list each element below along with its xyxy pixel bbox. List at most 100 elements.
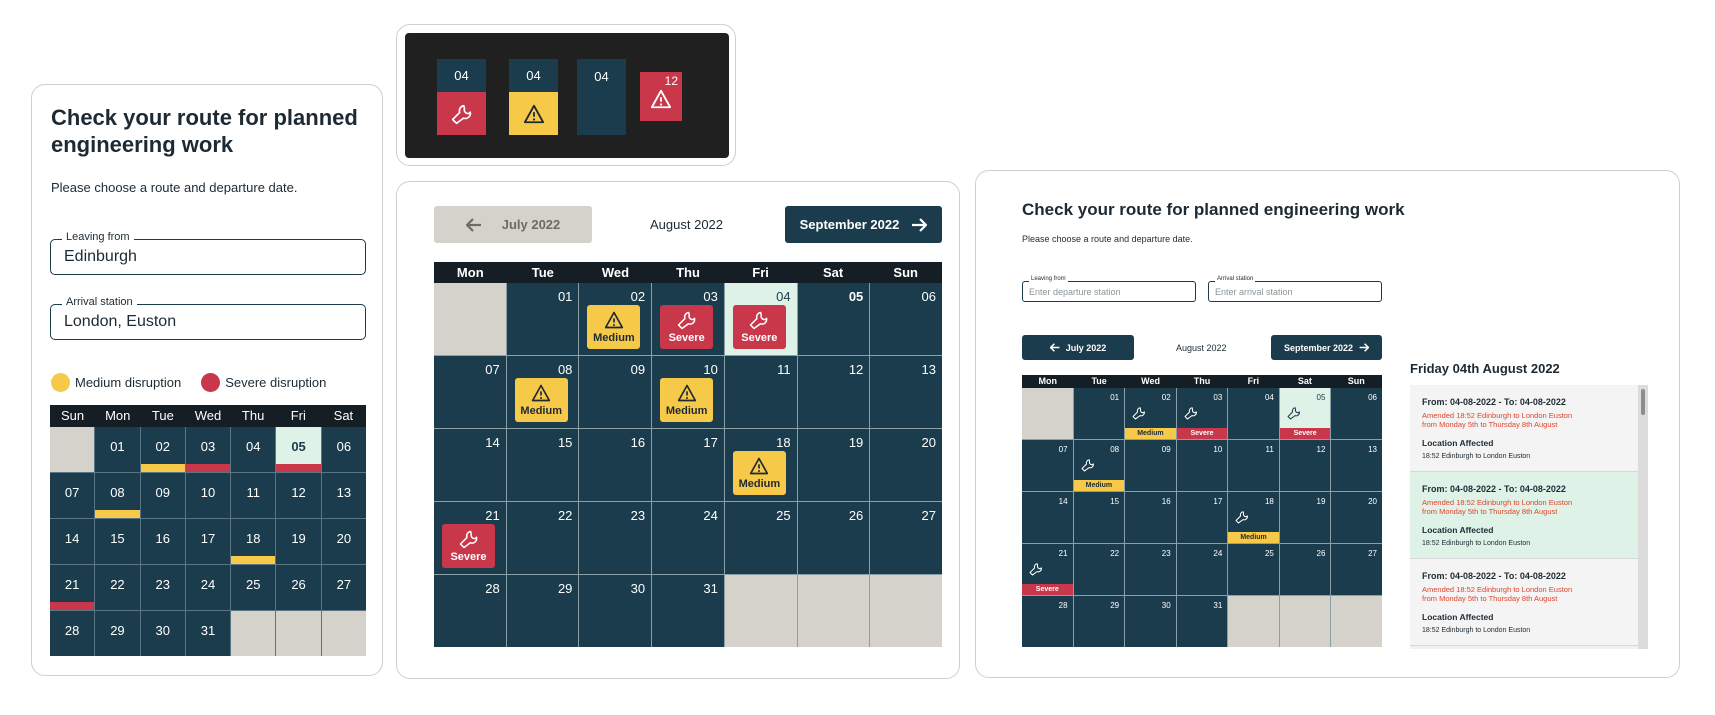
day-cell[interactable]: 24 — [185, 565, 231, 610]
day-cell[interactable]: 29 — [506, 575, 579, 647]
day-cell[interactable]: 03 Severe — [1176, 388, 1228, 439]
disruption-detail-card[interactable]: From: 04-08-2022 - To: 04-08-2022 Amended… — [1410, 559, 1638, 646]
medium-disruption-badge[interactable]: Medium — [732, 451, 786, 495]
day-cell[interactable]: 24 — [652, 502, 724, 574]
day-cell[interactable]: 09 — [1125, 440, 1176, 491]
day-cell[interactable]: 23 — [579, 502, 652, 574]
day-cell[interactable]: 12 — [276, 473, 321, 518]
day-cell[interactable]: 08 — [95, 473, 140, 518]
day-cell[interactable]: 25 — [231, 565, 276, 610]
day-cell[interactable]: 18 — [231, 519, 276, 564]
day-cell[interactable]: 08 Medium — [506, 356, 579, 428]
day-cell[interactable]: 01 — [95, 427, 140, 472]
next-month-button[interactable]: September 2022 — [785, 206, 942, 243]
day-cell[interactable]: 06 — [1331, 388, 1382, 439]
day-cell[interactable]: 27 — [870, 502, 942, 574]
day-cell[interactable]: 20 — [870, 429, 942, 501]
next-month-button[interactable]: September 2022 — [1271, 335, 1382, 360]
arrival-station-field[interactable]: Arrival station — [1208, 276, 1382, 302]
day-cell[interactable]: 02 — [140, 427, 185, 472]
severe-disruption-badge[interactable]: Severe — [442, 524, 495, 568]
day-cell[interactable]: 29 — [1073, 596, 1125, 647]
day-cell[interactable]: 11 — [724, 356, 797, 428]
day-cell[interactable]: 12 — [797, 356, 870, 428]
day-cell[interactable]: 10 — [185, 473, 231, 518]
day-cell[interactable]: 05 — [276, 427, 321, 472]
day-cell[interactable]: 13 — [321, 473, 366, 518]
day-cell[interactable]: 14 — [434, 429, 506, 501]
severe-disruption-badge[interactable]: Severe — [660, 305, 714, 349]
day-cell[interactable]: 05 Severe — [1279, 388, 1331, 439]
arrival-station-field[interactable]: Arrival station — [50, 296, 366, 340]
day-cell[interactable]: 02 Medium — [579, 283, 652, 355]
day-cell[interactable]: 28 — [434, 575, 506, 647]
day-cell[interactable]: 14 — [1022, 492, 1073, 543]
day-cell[interactable]: 18 Medium — [1228, 492, 1279, 543]
medium-disruption-badge[interactable]: Medium — [514, 378, 568, 422]
day-cell[interactable]: 10 Medium — [652, 356, 724, 428]
day-cell[interactable]: 06 — [321, 427, 366, 472]
day-cell[interactable]: 16 — [140, 519, 185, 564]
day-cell[interactable]: 07 — [434, 356, 506, 428]
day-cell[interactable]: 01 — [1073, 388, 1125, 439]
day-cell[interactable]: 07 — [50, 473, 95, 518]
day-cell[interactable]: 09 — [140, 473, 185, 518]
day-cell[interactable]: 17 — [185, 519, 231, 564]
day-cell[interactable]: 13 — [1331, 440, 1382, 491]
day-cell[interactable]: 23 — [1125, 544, 1176, 595]
day-cell[interactable]: 21 Severe — [434, 502, 506, 574]
day-cell[interactable]: 28 — [1022, 596, 1073, 647]
arrival-station-input[interactable] — [64, 305, 304, 339]
disruption-detail-card[interactable]: From: 04-08-2022 - To: 04-08-2022 Amended… — [1410, 385, 1638, 472]
day-cell[interactable]: 08 Medium — [1073, 440, 1125, 491]
day-cell[interactable]: 28 — [50, 611, 95, 656]
day-cell[interactable]: 18 Medium — [724, 429, 797, 501]
day-cell[interactable]: 17 — [652, 429, 724, 501]
disruption-tile[interactable]: 04 — [509, 59, 558, 135]
disruption-tile[interactable]: 04 — [437, 59, 486, 135]
day-cell[interactable]: 04 Severe — [724, 283, 797, 355]
scrollbar-thumb[interactable] — [1641, 389, 1645, 415]
day-cell[interactable]: 26 — [1279, 544, 1331, 595]
leaving-from-input[interactable] — [1029, 282, 1179, 301]
arrival-station-input[interactable] — [1215, 282, 1365, 301]
day-cell[interactable]: 11 — [1228, 440, 1279, 491]
day-cell[interactable]: 15 — [95, 519, 140, 564]
day-cell[interactable]: 19 — [1279, 492, 1331, 543]
prev-month-button[interactable]: July 2022 — [434, 206, 592, 243]
day-cell[interactable]: 26 — [797, 502, 870, 574]
day-cell[interactable]: 22 — [1073, 544, 1125, 595]
day-cell[interactable]: 22 — [506, 502, 579, 574]
disruption-tile[interactable]: 04 — [577, 59, 626, 135]
day-cell[interactable]: 30 — [140, 611, 185, 656]
day-cell[interactable]: 21 — [50, 565, 95, 610]
day-cell[interactable]: 27 — [321, 565, 366, 610]
day-cell[interactable]: 30 — [579, 575, 652, 647]
day-cell[interactable]: 13 — [870, 356, 942, 428]
day-cell[interactable]: 19 — [276, 519, 321, 564]
day-cell[interactable]: 03 Severe — [652, 283, 724, 355]
day-cell[interactable]: 20 — [321, 519, 366, 564]
day-cell[interactable]: 14 — [50, 519, 95, 564]
day-cell[interactable]: 21 Severe — [1022, 544, 1073, 595]
day-cell[interactable]: 04 — [231, 427, 276, 472]
disruption-details-list[interactable]: From: 04-08-2022 - To: 04-08-2022 Amended… — [1410, 385, 1648, 649]
medium-disruption-badge[interactable]: Medium — [660, 378, 714, 422]
severe-disruption-badge[interactable]: Severe — [732, 305, 786, 349]
medium-disruption-badge[interactable]: Medium — [587, 305, 641, 349]
disruption-tile[interactable]: 12 — [640, 72, 682, 121]
day-cell[interactable]: 26 — [276, 565, 321, 610]
day-cell[interactable]: 31 — [652, 575, 724, 647]
day-cell[interactable]: 30 — [1125, 596, 1176, 647]
day-cell[interactable]: 03 — [185, 427, 231, 472]
day-cell[interactable]: 31 — [185, 611, 231, 656]
day-cell[interactable]: 27 — [1331, 544, 1382, 595]
day-cell[interactable]: 12 — [1279, 440, 1331, 491]
day-cell[interactable]: 22 — [95, 565, 140, 610]
prev-month-button[interactable]: July 2022 — [1022, 335, 1134, 360]
day-cell[interactable]: 16 — [1125, 492, 1176, 543]
day-cell[interactable]: 04 — [1228, 388, 1279, 439]
day-cell[interactable]: 16 — [579, 429, 652, 501]
scrollbar[interactable] — [1638, 385, 1648, 649]
leaving-from-field[interactable]: Leaving from — [50, 231, 366, 275]
